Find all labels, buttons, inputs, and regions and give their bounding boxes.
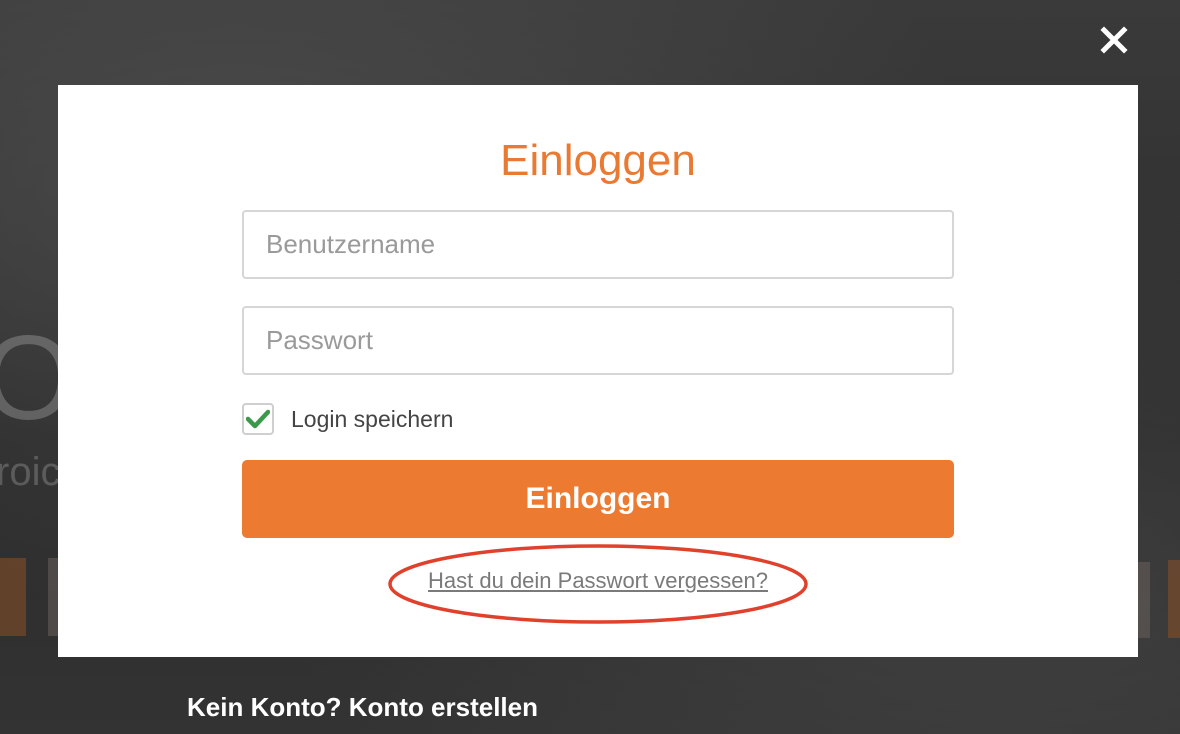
login-modal: Einloggen Login speichern Einloggen Hast… <box>58 85 1138 657</box>
password-input[interactable] <box>242 306 954 375</box>
login-submit-button[interactable]: Einloggen <box>242 460 954 538</box>
remember-login-option[interactable]: Login speichern <box>242 403 453 435</box>
checkmark-icon <box>246 409 270 429</box>
background-button-fragment <box>1168 560 1180 638</box>
modal-title: Einloggen <box>500 136 696 185</box>
background-subtext-fragment: roic <box>0 450 61 494</box>
username-input[interactable] <box>242 210 954 279</box>
forgot-password-link[interactable]: Hast du dein Passwort vergessen? <box>386 568 810 594</box>
background-button-fragment <box>1138 562 1150 638</box>
remember-login-label: Login speichern <box>291 405 454 432</box>
close-button[interactable] <box>1096 22 1132 58</box>
signup-link[interactable]: Kein Konto? Konto erstellen <box>187 692 538 723</box>
forgot-password-area: Hast du dein Passwort vergessen? <box>386 542 810 626</box>
background-button-fragment <box>0 558 26 636</box>
close-icon <box>1100 26 1128 54</box>
remember-login-checkbox[interactable] <box>242 403 274 435</box>
